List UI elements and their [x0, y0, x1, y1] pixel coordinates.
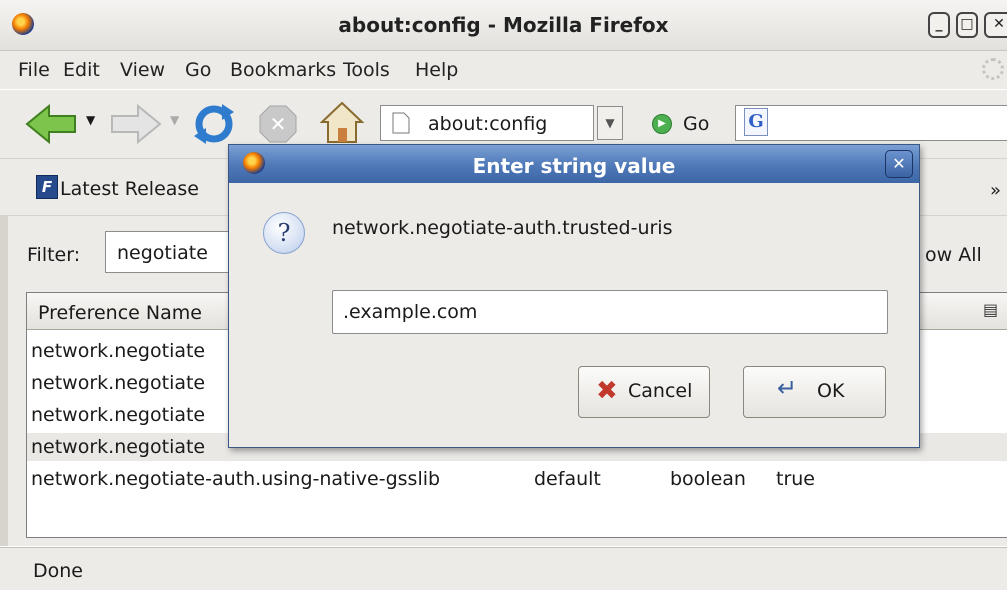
- row-value: true: [776, 468, 815, 490]
- row-status: default: [534, 468, 601, 490]
- filter-value[interactable]: negotiate: [117, 242, 208, 264]
- table-row[interactable]: network.negotiate-auth.using-native-gssl…: [31, 468, 440, 490]
- cancel-label[interactable]: Cancel: [628, 380, 692, 402]
- cancel-x-icon: ✖: [596, 376, 618, 406]
- reload-icon[interactable]: [192, 102, 236, 146]
- question-icon: ?: [263, 212, 305, 254]
- column-preference-name[interactable]: Preference Name: [38, 302, 202, 324]
- go-icon[interactable]: ▶: [652, 114, 672, 134]
- url-dropdown-button[interactable]: ▼: [597, 106, 623, 140]
- string-value-text[interactable]: .example.com: [343, 301, 477, 323]
- menu-edit[interactable]: Edit: [63, 59, 100, 81]
- forward-dropdown-icon[interactable]: ▼: [170, 113, 179, 127]
- table-row[interactable]: network.negotiate: [31, 436, 205, 458]
- google-icon[interactable]: G: [744, 108, 768, 136]
- menu-go[interactable]: Go: [185, 59, 211, 81]
- forward-arrow-icon[interactable]: [110, 104, 162, 144]
- bookmarks-chevron[interactable]: »: [990, 180, 1001, 201]
- url-text[interactable]: about:config: [428, 113, 547, 135]
- window-edge: [0, 216, 8, 546]
- menu-view[interactable]: View: [120, 59, 165, 81]
- dialog-message: network.negotiate-auth.trusted-uris: [332, 217, 673, 239]
- ok-label[interactable]: OK: [817, 380, 844, 402]
- menu-bookmarks[interactable]: Bookmarks: [230, 59, 336, 81]
- dialog-title: Enter string value: [472, 154, 676, 178]
- page-icon: [392, 112, 410, 134]
- menu-tools[interactable]: Tools: [343, 59, 390, 81]
- filter-label: Filter:: [27, 244, 81, 266]
- table-row[interactable]: network.negotiate: [31, 404, 205, 426]
- minimize-button[interactable]: _: [928, 12, 950, 38]
- show-all-button[interactable]: ow All: [925, 244, 982, 266]
- maximize-button[interactable]: □: [956, 12, 978, 38]
- window-title: about:config - Mozilla Firefox: [338, 13, 669, 37]
- menu-help[interactable]: Help: [415, 59, 458, 81]
- back-arrow-icon[interactable]: [25, 104, 77, 144]
- ok-enter-icon: ↵: [777, 374, 798, 402]
- close-window-button[interactable]: ✕: [984, 12, 1007, 38]
- ok-button[interactable]: [743, 366, 886, 418]
- home-icon[interactable]: [320, 100, 364, 144]
- stop-icon[interactable]: ✕: [258, 104, 298, 144]
- go-button[interactable]: Go: [683, 113, 709, 135]
- back-dropdown-icon[interactable]: ▼: [86, 113, 95, 127]
- row-type: boolean: [670, 468, 746, 490]
- menu-file[interactable]: File: [18, 59, 50, 81]
- table-row[interactable]: network.negotiate: [31, 340, 205, 362]
- throbber-icon: [982, 58, 1004, 80]
- status-text: Done: [33, 560, 83, 582]
- table-row[interactable]: network.negotiate: [31, 372, 205, 394]
- feed-icon: F: [36, 175, 58, 199]
- bookmark-latest-release[interactable]: Latest Release: [60, 178, 199, 200]
- dialog-close-button[interactable]: ✕: [885, 150, 913, 178]
- search-input[interactable]: [735, 105, 1007, 141]
- status-bar: [0, 547, 1007, 590]
- svg-text:✕: ✕: [270, 112, 287, 136]
- column-picker-icon[interactable]: ▤: [983, 300, 998, 319]
